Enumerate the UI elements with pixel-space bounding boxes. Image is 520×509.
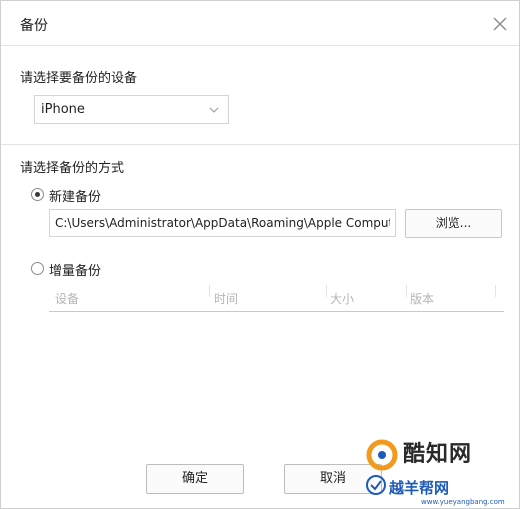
column-device[interactable]: 设备 (55, 290, 79, 307)
watermark-logo-icon (366, 439, 398, 471)
column-size[interactable]: 大小 (330, 290, 354, 307)
new-backup-label[interactable]: 新建备份 (49, 186, 101, 205)
column-separator (326, 285, 327, 297)
watermark-mark-icon (366, 475, 386, 495)
watermark-brand-primary: 酷知网 (403, 442, 473, 467)
backup-path-input[interactable] (49, 209, 396, 237)
device-select[interactable]: iPhone (34, 95, 229, 124)
column-separator (495, 285, 496, 297)
backup-dialog: 备份 请选择要备份的设备 iPhone 请选择备份的方式 新建备份 浏览... … (0, 0, 520, 509)
ok-button[interactable]: 确定 (146, 464, 244, 494)
close-icon[interactable] (489, 13, 511, 35)
watermark-brand-secondary: 越羊帮网 (389, 479, 450, 497)
device-section-label: 请选择要备份的设备 (20, 71, 138, 86)
dialog-title: 备份 (20, 18, 48, 34)
new-backup-radio[interactable] (31, 188, 44, 201)
column-separator (406, 285, 407, 297)
browse-button[interactable]: 浏览... (405, 209, 502, 238)
watermark: 酷知网 越羊帮网 www.yueyangbang.com (361, 434, 519, 509)
section-divider (1, 144, 519, 145)
title-bar: 备份 (1, 1, 519, 46)
device-select-value: iPhone (41, 102, 85, 117)
incremental-backup-radio[interactable] (31, 262, 44, 275)
backup-table-header: 设备 时间 大小 版本 (49, 282, 504, 312)
method-section-label: 请选择备份的方式 (20, 161, 125, 176)
column-version[interactable]: 版本 (410, 290, 434, 307)
column-time[interactable]: 时间 (214, 290, 238, 307)
chevron-down-icon (209, 107, 219, 113)
watermark-url: www.yueyangbang.com (421, 498, 505, 506)
column-separator (209, 285, 210, 297)
incremental-backup-label[interactable]: 增量备份 (49, 260, 101, 279)
